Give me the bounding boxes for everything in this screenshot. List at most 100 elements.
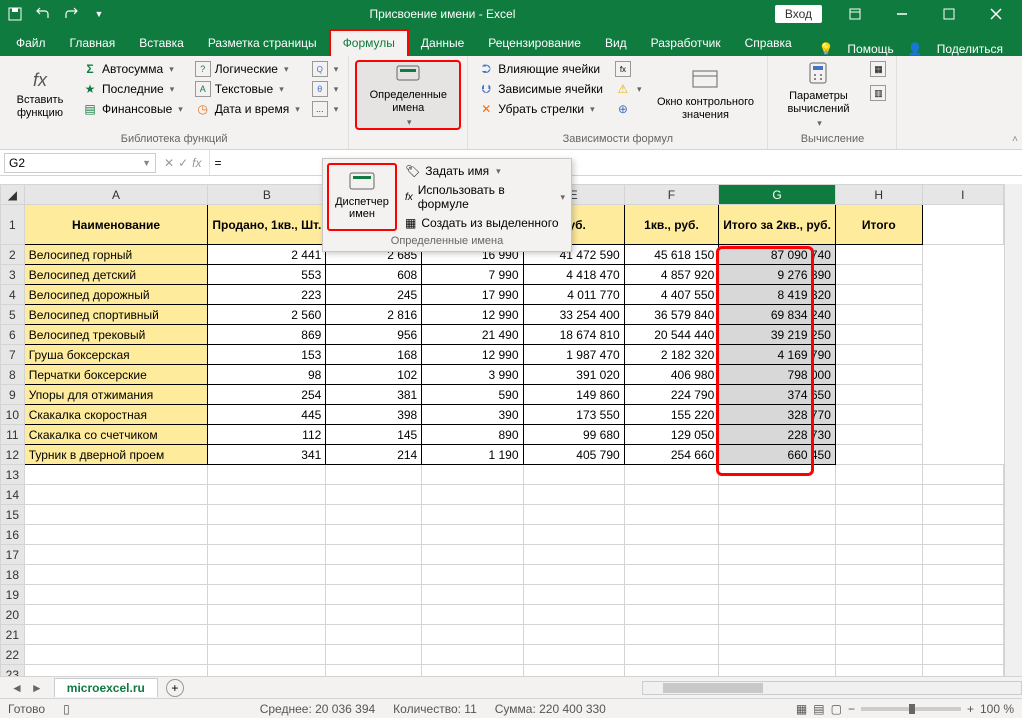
cell[interactable]: 12 990 <box>422 345 523 365</box>
cell[interactable] <box>719 525 836 545</box>
cell[interactable] <box>922 545 1003 565</box>
cell[interactable] <box>208 625 326 645</box>
name-box[interactable]: G2▼ <box>4 153 156 173</box>
tab-help[interactable]: Справка <box>733 31 804 56</box>
cell[interactable] <box>24 665 208 677</box>
row-10[interactable]: 10 <box>1 405 25 425</box>
cell[interactable]: 4 857 920 <box>624 265 719 285</box>
cell-total[interactable]: 374 650 <box>719 385 836 405</box>
cell[interactable] <box>523 585 624 605</box>
sign-in-button[interactable]: Вход <box>775 5 822 23</box>
cell[interactable] <box>422 645 523 665</box>
cell[interactable] <box>326 645 422 665</box>
calc-sheet-button[interactable]: ▥ <box>866 84 890 102</box>
cell[interactable] <box>523 545 624 565</box>
cell-name[interactable]: Велосипед дорожный <box>24 285 208 305</box>
sheet-first-icon[interactable]: ◄ <box>8 681 26 695</box>
trace-precedents-button[interactable]: ⮊Влияющие ячейки <box>474 60 607 78</box>
cell[interactable] <box>523 465 624 485</box>
row-5[interactable]: 5 <box>1 305 25 325</box>
tab-file[interactable]: Файл <box>4 31 58 56</box>
col-f[interactable]: F <box>624 185 719 205</box>
cell[interactable] <box>523 485 624 505</box>
cell[interactable] <box>422 545 523 565</box>
cell[interactable] <box>835 485 922 505</box>
macro-record-icon[interactable]: ▯ <box>63 702 70 716</box>
sheet-tab[interactable]: microexcel.ru <box>54 678 158 697</box>
calc-options-button[interactable]: Параметры вычислений <box>774 60 862 130</box>
add-sheet-button[interactable]: + <box>166 679 184 697</box>
cell[interactable]: 391 020 <box>523 365 624 385</box>
cell[interactable]: 155 220 <box>624 405 719 425</box>
cell[interactable] <box>719 645 836 665</box>
col-h[interactable]: H <box>835 185 922 205</box>
autosum-button[interactable]: ΣАвтосумма <box>78 60 187 78</box>
cell[interactable]: 145 <box>326 425 422 445</box>
cell-name[interactable]: Велосипед горный <box>24 245 208 265</box>
cell[interactable]: 1 190 <box>422 445 523 465</box>
calc-now-button[interactable]: ▦ <box>866 60 890 78</box>
cell[interactable] <box>523 525 624 545</box>
row-17[interactable]: 17 <box>1 545 25 565</box>
tab-view[interactable]: Вид <box>593 31 639 56</box>
cell[interactable]: 112 <box>208 425 326 445</box>
cell[interactable] <box>624 485 719 505</box>
fx-bar-icon[interactable]: fx <box>192 156 201 170</box>
tab-home[interactable]: Главная <box>58 31 128 56</box>
cell[interactable]: 223 <box>208 285 326 305</box>
select-all[interactable]: ◢ <box>1 185 25 205</box>
cell[interactable]: 4 407 550 <box>624 285 719 305</box>
col-a[interactable]: A <box>24 185 208 205</box>
row-4[interactable]: 4 <box>1 285 25 305</box>
share-label[interactable]: Поделиться <box>932 42 1008 56</box>
cell[interactable] <box>422 505 523 525</box>
tab-review[interactable]: Рецензирование <box>476 31 593 56</box>
cell-name[interactable]: Перчатки боксерские <box>24 365 208 385</box>
tab-layout[interactable]: Разметка страницы <box>196 31 329 56</box>
cell[interactable] <box>835 465 922 485</box>
cell[interactable] <box>835 345 922 365</box>
maximize-icon[interactable] <box>926 0 971 28</box>
row-6[interactable]: 6 <box>1 325 25 345</box>
row-23[interactable]: 23 <box>1 665 25 677</box>
cell[interactable] <box>835 665 922 677</box>
cell[interactable]: 20 544 440 <box>624 325 719 345</box>
cell[interactable] <box>523 645 624 665</box>
cancel-formula-icon[interactable]: ✕ <box>164 156 174 170</box>
cell[interactable]: 2 816 <box>326 305 422 325</box>
cell[interactable] <box>835 385 922 405</box>
save-icon[interactable] <box>4 3 26 25</box>
cell[interactable]: 245 <box>326 285 422 305</box>
cell[interactable]: 4 418 470 <box>523 265 624 285</box>
cell[interactable] <box>835 425 922 445</box>
cell[interactable] <box>835 565 922 585</box>
cell[interactable]: 99 680 <box>523 425 624 445</box>
cell[interactable] <box>326 505 422 525</box>
header-total[interactable]: Итого <box>835 205 922 245</box>
cell[interactable]: 869 <box>208 325 326 345</box>
cell[interactable] <box>719 625 836 645</box>
cell[interactable] <box>422 665 523 677</box>
cell[interactable] <box>922 585 1003 605</box>
cell-name[interactable]: Велосипед спортивный <box>24 305 208 325</box>
cell[interactable] <box>719 665 836 677</box>
cell[interactable] <box>24 505 208 525</box>
cell[interactable]: 381 <box>326 385 422 405</box>
collapse-ribbon-icon[interactable]: ˄ <box>1012 134 1018 145</box>
cell[interactable] <box>326 525 422 545</box>
cell[interactable] <box>24 485 208 505</box>
zoom-out-icon[interactable]: − <box>848 702 855 716</box>
cell[interactable] <box>208 665 326 677</box>
cell[interactable]: 149 860 <box>523 385 624 405</box>
cell[interactable] <box>422 605 523 625</box>
cell[interactable] <box>922 525 1003 545</box>
cell[interactable] <box>208 605 326 625</box>
undo-icon[interactable] <box>32 3 54 25</box>
cell[interactable] <box>422 525 523 545</box>
tab-developer[interactable]: Разработчик <box>639 31 733 56</box>
cell[interactable] <box>719 505 836 525</box>
watch-window-button[interactable]: Окно контрольного значения <box>649 60 761 130</box>
cell-total[interactable]: 328 770 <box>719 405 836 425</box>
cell[interactable]: 17 990 <box>422 285 523 305</box>
cell[interactable] <box>922 665 1003 677</box>
